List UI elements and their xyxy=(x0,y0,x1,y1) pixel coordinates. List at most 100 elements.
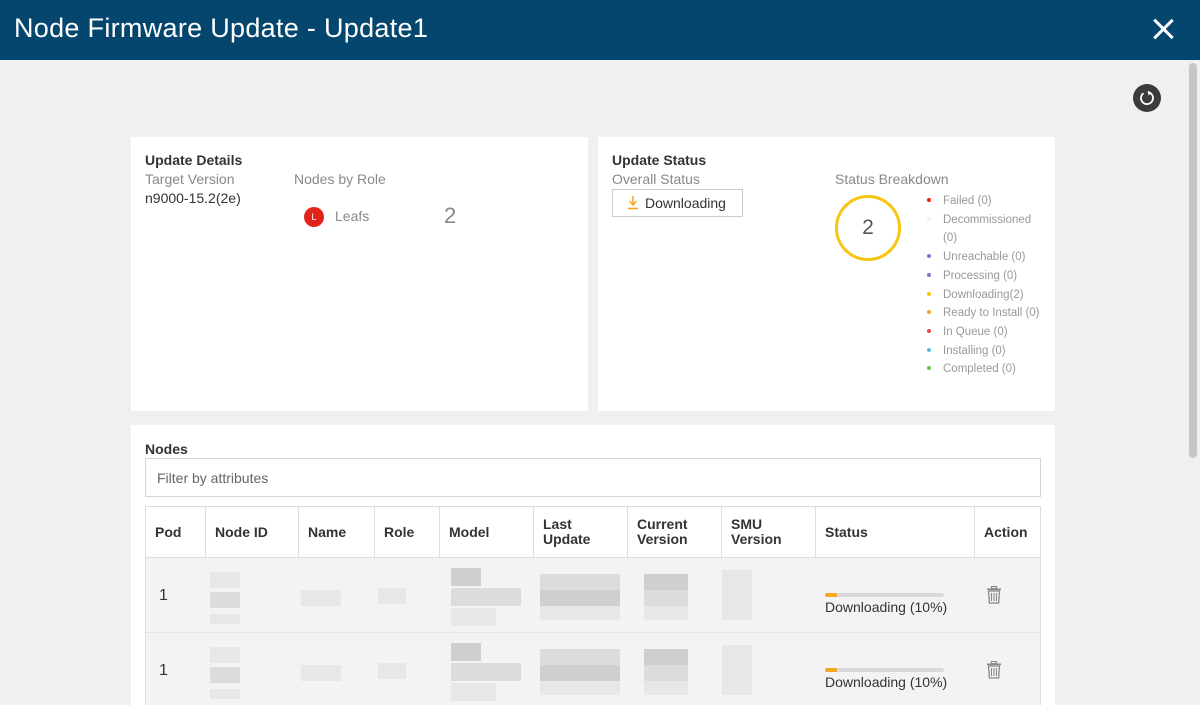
redacted-cell xyxy=(644,590,688,606)
overall-status-label: Overall Status xyxy=(612,171,700,187)
legend-dot xyxy=(927,272,931,277)
redacted-cell xyxy=(644,574,688,590)
progress-fill xyxy=(825,593,837,597)
leaf-role-label: Leafs xyxy=(335,208,370,224)
trash-icon[interactable] xyxy=(986,661,1002,679)
column-header-last-update[interactable]: Last Update xyxy=(534,507,628,557)
status-text: Downloading (10%) xyxy=(825,674,948,690)
column-header-smu-version[interactable]: SMU Version xyxy=(722,507,816,557)
redacted-cell xyxy=(210,592,240,608)
target-version-label: Target Version xyxy=(145,171,235,187)
legend-dot xyxy=(927,216,931,221)
nodes-by-role-label: Nodes by Role xyxy=(294,171,386,187)
nodes-panel: Nodes Pod Node ID Name Role Model Last U… xyxy=(131,425,1055,705)
legend-dot xyxy=(927,254,931,259)
legend-item: Ready to Install (0) xyxy=(924,304,1044,323)
table-row[interactable]: 1 Downloading (10%) xyxy=(146,633,1040,705)
update-status-panel: Update Status Overall Status Downloading… xyxy=(598,137,1055,411)
redacted-cell xyxy=(210,667,240,683)
column-header-pod[interactable]: Pod xyxy=(146,507,206,557)
redacted-cell xyxy=(451,643,481,661)
column-header-node-id[interactable]: Node ID xyxy=(206,507,299,557)
redacted-cell xyxy=(540,649,620,665)
legend-item: Downloading(2) xyxy=(924,286,1044,305)
legend-item: Installing (0) xyxy=(924,342,1044,361)
action-cell xyxy=(975,633,1041,705)
redacted-cell xyxy=(301,590,341,606)
redacted-cell xyxy=(540,606,620,620)
redacted-cell xyxy=(451,568,481,586)
status-breakdown-label: Status Breakdown xyxy=(835,171,949,187)
legend-label: Unreachable (0) xyxy=(943,251,1026,264)
redacted-cell xyxy=(722,570,752,620)
legend-dot xyxy=(927,310,931,315)
legend-label: In Queue (0) xyxy=(943,325,1008,338)
legend-dot xyxy=(927,291,931,296)
column-header-name[interactable]: Name xyxy=(299,507,375,557)
modal-title: Node Firmware Update - Update1 xyxy=(14,13,429,43)
target-version-value: n9000-15.2(2e) xyxy=(145,190,241,206)
legend-item: In Queue (0) xyxy=(924,323,1044,342)
trash-icon[interactable] xyxy=(986,586,1002,604)
redacted-cell xyxy=(540,681,620,695)
pod-cell: 1 xyxy=(159,662,168,679)
redacted-cell xyxy=(644,606,688,620)
redacted-cell xyxy=(378,588,406,604)
legend-label: Completed (0) xyxy=(943,363,1016,376)
legend-item: Unreachable (0) xyxy=(924,248,1044,267)
nodes-table: Pod Node ID Name Role Model Last Update … xyxy=(145,506,1041,705)
redacted-cell xyxy=(644,681,688,695)
legend-label: Installing (0) xyxy=(943,344,1006,357)
legend-dot xyxy=(927,328,931,333)
redacted-cell xyxy=(644,649,688,665)
scrollbar-thumb[interactable] xyxy=(1189,63,1197,458)
legend-dot xyxy=(927,366,931,371)
status-breakdown-ring: 2 xyxy=(835,195,901,261)
modal-header: Node Firmware Update - Update1 xyxy=(0,0,1200,60)
progress-bar xyxy=(825,593,944,597)
overall-status-button[interactable]: Downloading xyxy=(612,189,743,217)
redacted-cell xyxy=(540,574,620,590)
redacted-cell xyxy=(210,689,240,699)
legend-label: Failed (0) xyxy=(943,195,992,207)
redacted-cell xyxy=(451,683,496,701)
column-header-current-version[interactable]: Current Version xyxy=(628,507,722,557)
leaf-role-count: 2 xyxy=(444,203,457,228)
legend-label: Processing (0) xyxy=(943,269,1018,282)
column-header-status[interactable]: Status xyxy=(816,507,975,557)
overall-status-text: Downloading xyxy=(645,195,726,211)
status-legend: Failed (0) Decommissioned (0) Unreachable … xyxy=(924,192,1044,379)
filter-input[interactable] xyxy=(145,458,1041,497)
legend-dot xyxy=(927,347,931,352)
progress-fill xyxy=(825,668,837,672)
action-cell xyxy=(975,558,1041,632)
legend-dot xyxy=(927,198,931,202)
update-details-panel: Update Details Target Version n9000-15.2… xyxy=(131,137,588,411)
column-header-model[interactable]: Model xyxy=(440,507,534,557)
table-header: Pod Node ID Name Role Model Last Update … xyxy=(146,507,1040,558)
legend-item: Processing (0) xyxy=(924,267,1044,286)
leaf-role-badge: L xyxy=(304,207,324,227)
update-details-title: Update Details xyxy=(145,152,243,168)
close-icon[interactable] xyxy=(1148,14,1178,44)
update-status-title: Update Status xyxy=(612,152,707,168)
redacted-cell xyxy=(451,663,521,681)
redacted-cell xyxy=(451,608,496,626)
progress-bar xyxy=(825,668,944,672)
legend-label: Decommissioned (0) xyxy=(943,213,1032,245)
download-icon xyxy=(628,196,638,210)
column-header-role[interactable]: Role xyxy=(375,507,440,557)
scrollbar[interactable] xyxy=(1186,60,1200,705)
table-row[interactable]: 1 Downloading (10%) xyxy=(146,558,1040,633)
redacted-cell xyxy=(301,665,341,681)
status-cell: Downloading (10%) xyxy=(816,558,975,632)
redacted-cell xyxy=(210,647,240,663)
refresh-icon[interactable] xyxy=(1133,84,1161,112)
legend-item: Decommissioned (0) xyxy=(924,211,1044,248)
redacted-cell xyxy=(722,645,752,695)
redacted-cell xyxy=(210,572,240,588)
redacted-cell xyxy=(540,590,620,606)
nodes-title: Nodes xyxy=(145,441,188,457)
status-cell: Downloading (10%) xyxy=(816,633,975,705)
pod-cell: 1 xyxy=(159,587,168,604)
